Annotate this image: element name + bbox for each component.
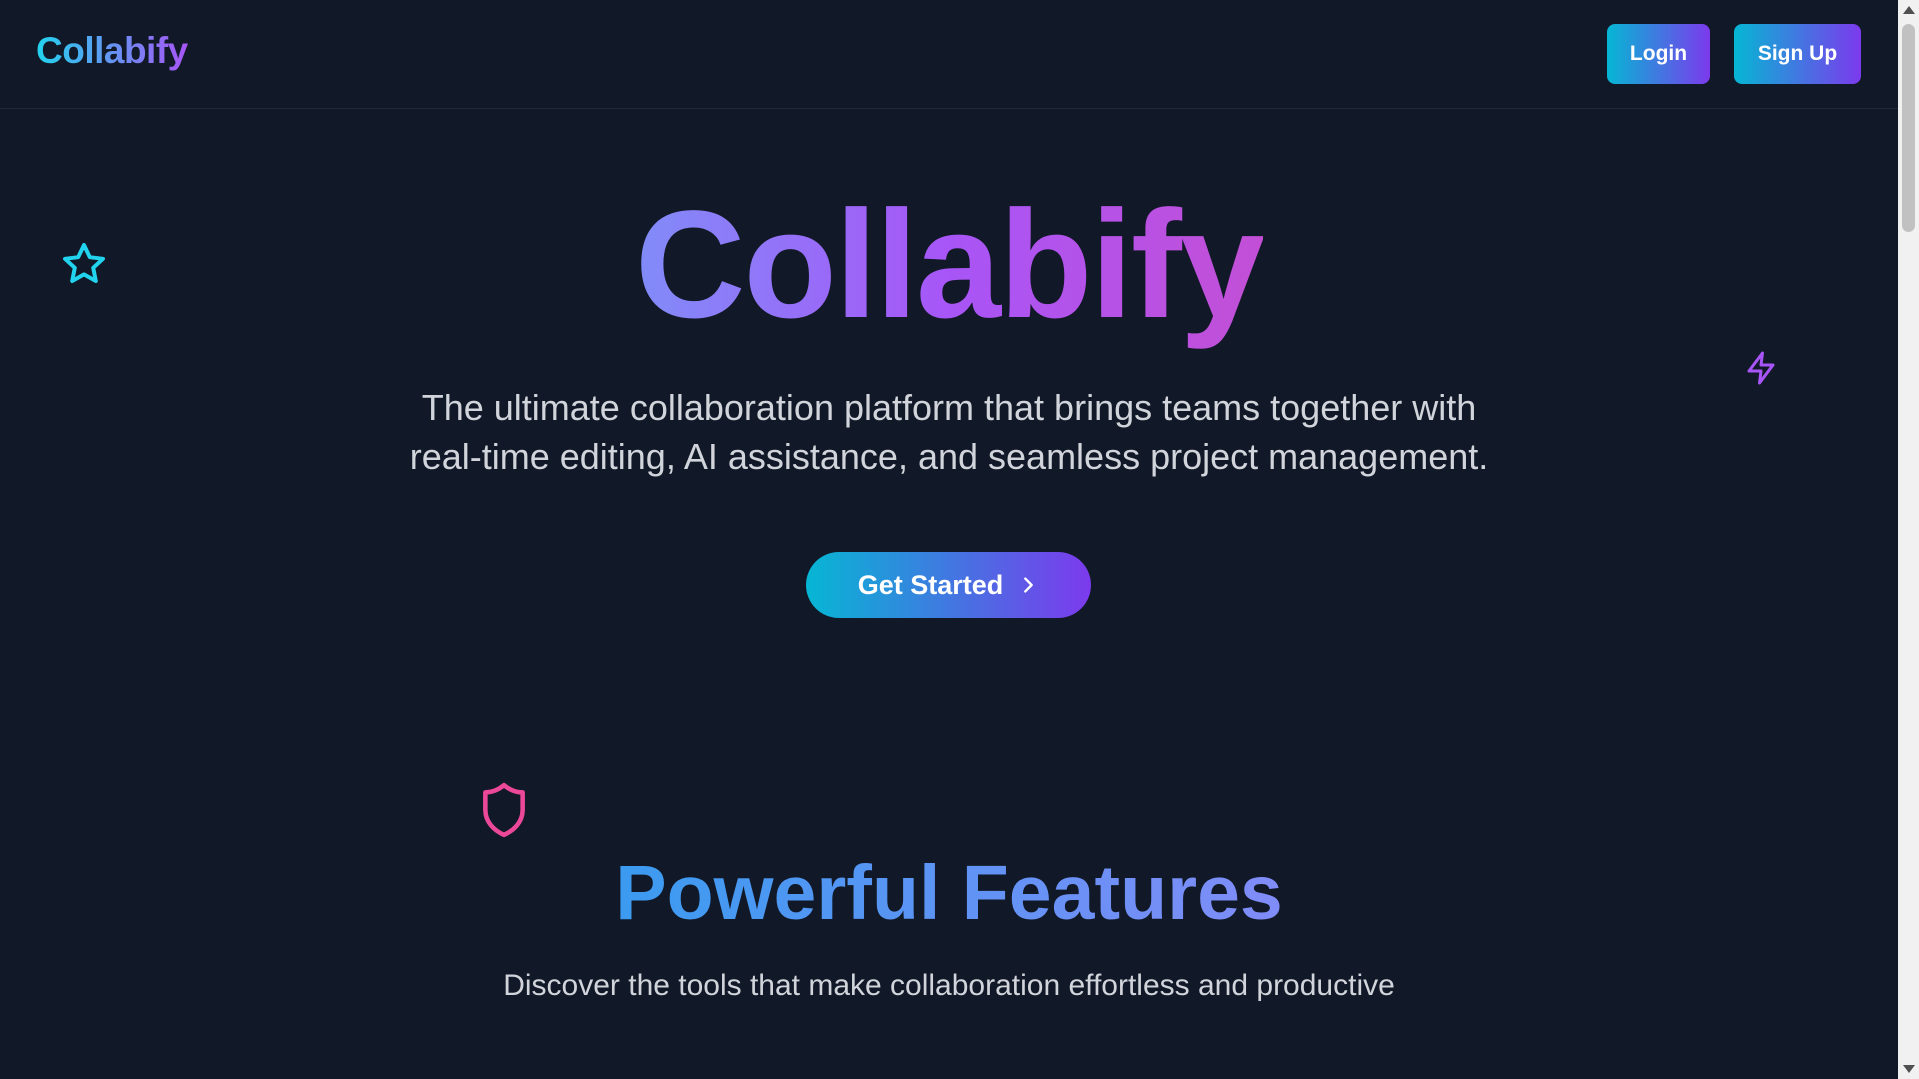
get-started-label: Get Started bbox=[857, 569, 1004, 600]
hero-subtitle: The ultimate collaboration platform that… bbox=[360, 383, 1538, 481]
login-button[interactable]: Login bbox=[1607, 24, 1710, 84]
vertical-scrollbar[interactable] bbox=[1898, 0, 1919, 1079]
features-title: Powerful Features bbox=[0, 848, 1898, 938]
chevron-right-icon bbox=[1024, 577, 1034, 593]
scroll-down-arrow-icon[interactable] bbox=[1903, 1065, 1915, 1073]
shield-icon bbox=[479, 781, 529, 839]
hero-subtitle-line-1: The ultimate collaboration platform that… bbox=[421, 387, 1477, 428]
scrollbar-thumb[interactable] bbox=[1902, 24, 1915, 232]
hero-subtitle-line-2: real-time editing, AI assistance, and se… bbox=[409, 436, 1489, 477]
features-subtitle: Discover the tools that make collaborati… bbox=[503, 969, 1395, 1002]
lightning-bolt-icon bbox=[1743, 350, 1779, 386]
navbar: Collabify Login Sign Up bbox=[0, 0, 1898, 109]
signup-button[interactable]: Sign Up bbox=[1734, 24, 1861, 84]
hero-title-text: Collabify bbox=[634, 179, 1265, 350]
landing-page: Collabify Login Sign Up Collabify The ul… bbox=[0, 0, 1898, 1079]
get-started-button[interactable]: Get Started bbox=[806, 552, 1091, 618]
hero-title: Collabify bbox=[0, 180, 1898, 350]
features-title-text: Powerful Features bbox=[615, 850, 1283, 936]
brand-logo[interactable]: Collabify bbox=[36, 30, 188, 72]
scroll-up-arrow-icon[interactable] bbox=[1903, 6, 1915, 14]
